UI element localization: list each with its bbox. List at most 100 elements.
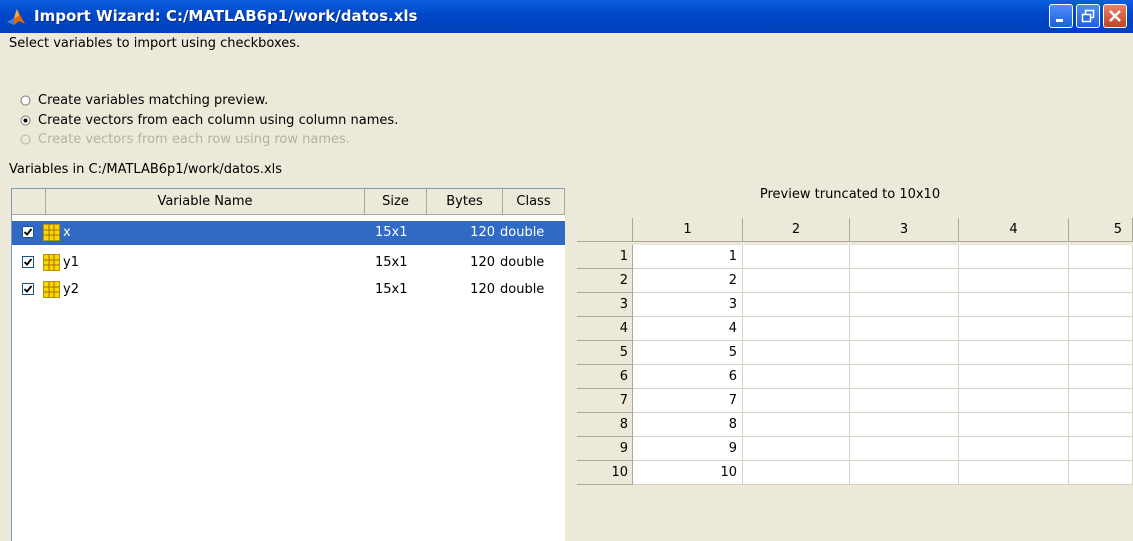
preview-cell <box>850 413 959 437</box>
option-label: Create vectors from each row using row n… <box>38 132 350 147</box>
radio-button-selected[interactable] <box>20 115 31 126</box>
minimize-button[interactable] <box>1049 4 1073 28</box>
preview-cell <box>1069 437 1133 461</box>
preview-cell <box>959 365 1069 389</box>
matrix-variable-icon <box>43 254 60 271</box>
variable-size: 15x1 <box>375 225 408 240</box>
column-header: 1 <box>633 218 743 242</box>
matrix-variable-icon <box>43 281 60 298</box>
column-header: 2 <box>743 218 850 242</box>
variable-class: double <box>500 225 545 240</box>
checkbox-checked[interactable] <box>22 226 34 238</box>
preview-caption: Preview truncated to 10x10 <box>759 187 941 202</box>
row-header: 6 <box>577 365 633 389</box>
variable-bytes: 120 <box>470 255 495 270</box>
column-header-size[interactable]: Size <box>365 189 427 215</box>
preview-cell <box>850 365 959 389</box>
preview-row: 1 1 <box>577 245 1133 269</box>
preview-cell <box>1069 269 1133 293</box>
variable-row-y1[interactable]: y1 15x1 120 double <box>12 251 565 275</box>
preview-cell <box>743 413 850 437</box>
preview-grid: 1 2 3 4 5 1 1 2 2 3 3 4 4 5 5 6 6 7 7 8 … <box>577 218 1133 540</box>
variables-table: Variable Name Size Bytes Class x 15x1 12… <box>11 188 565 541</box>
row-header: 10 <box>577 461 633 485</box>
column-header-class[interactable]: Class <box>503 189 565 215</box>
preview-cell <box>850 317 959 341</box>
preview-cell <box>850 245 959 269</box>
preview-cell <box>1069 365 1133 389</box>
column-header-bytes[interactable]: Bytes <box>427 189 503 215</box>
preview-cell <box>743 461 850 485</box>
row-header: 3 <box>577 293 633 317</box>
preview-cell <box>850 269 959 293</box>
column-header-variable-name[interactable]: Variable Name <box>46 189 365 215</box>
preview-cell: 5 <box>633 341 743 365</box>
corner-header <box>577 218 633 242</box>
variable-row-y2[interactable]: y2 15x1 120 double <box>12 278 565 302</box>
preview-row: 2 2 <box>577 269 1133 293</box>
preview-cell <box>743 437 850 461</box>
window-title: Import Wizard: C:/MATLAB6p1/work/datos.x… <box>34 7 418 25</box>
title-bar[interactable]: Import Wizard: C:/MATLAB6p1/work/datos.x… <box>0 0 1133 33</box>
variable-name: x <box>63 225 71 240</box>
preview-cell: 6 <box>633 365 743 389</box>
preview-cell <box>959 461 1069 485</box>
row-header: 8 <box>577 413 633 437</box>
restore-button[interactable] <box>1076 4 1100 28</box>
column-header: 5 <box>1069 218 1133 242</box>
column-header: 3 <box>850 218 959 242</box>
preview-cell: 8 <box>633 413 743 437</box>
matlab-logo-icon <box>7 9 25 25</box>
preview-cell <box>743 245 850 269</box>
preview-cell <box>743 269 850 293</box>
variable-size: 15x1 <box>375 282 408 297</box>
option-label: Create vectors from each column using co… <box>38 113 399 128</box>
checkbox-checked[interactable] <box>22 283 34 295</box>
preview-cell: 7 <box>633 389 743 413</box>
preview-cell: 1 <box>633 245 743 269</box>
matrix-variable-icon <box>43 224 60 241</box>
preview-row: 10 10 <box>577 461 1133 485</box>
row-header: 9 <box>577 437 633 461</box>
preview-cell <box>743 365 850 389</box>
preview-cell: 4 <box>633 317 743 341</box>
preview-cell <box>959 437 1069 461</box>
variable-row-x[interactable]: x 15x1 120 double <box>12 221 565 245</box>
radio-button-unselected[interactable] <box>20 95 31 106</box>
preview-cell <box>743 341 850 365</box>
preview-row: 6 6 <box>577 365 1133 389</box>
preview-cell <box>1069 245 1133 269</box>
preview-cell <box>743 293 850 317</box>
restore-icon <box>1081 9 1095 23</box>
row-header: 5 <box>577 341 633 365</box>
preview-cell <box>850 293 959 317</box>
variables-label: Variables in C:/MATLAB6p1/work/datos.xls <box>9 162 283 177</box>
preview-cell <box>1069 413 1133 437</box>
preview-cell: 2 <box>633 269 743 293</box>
checkbox-checked[interactable] <box>22 256 34 268</box>
preview-cell <box>959 317 1069 341</box>
preview-cell <box>959 389 1069 413</box>
preview-cell <box>959 341 1069 365</box>
preview-cell <box>959 293 1069 317</box>
variable-bytes: 120 <box>470 282 495 297</box>
preview-cell <box>959 245 1069 269</box>
preview-cell: 3 <box>633 293 743 317</box>
preview-cell <box>1069 389 1133 413</box>
preview-cell <box>1069 293 1133 317</box>
close-button[interactable] <box>1103 4 1127 28</box>
preview-row: 3 3 <box>577 293 1133 317</box>
preview-row: 9 9 <box>577 437 1133 461</box>
preview-cell <box>850 461 959 485</box>
close-icon <box>1109 10 1121 22</box>
preview-cell <box>1069 317 1133 341</box>
row-header: 2 <box>577 269 633 293</box>
row-header: 1 <box>577 245 633 269</box>
instructions-text: Select variables to import using checkbo… <box>9 36 301 51</box>
variable-name: y2 <box>63 282 79 297</box>
preview-row: 5 5 <box>577 341 1133 365</box>
minimize-icon <box>1056 19 1063 22</box>
option-label: Create variables matching preview. <box>38 93 269 108</box>
preview-cell <box>959 269 1069 293</box>
preview-cell <box>850 437 959 461</box>
